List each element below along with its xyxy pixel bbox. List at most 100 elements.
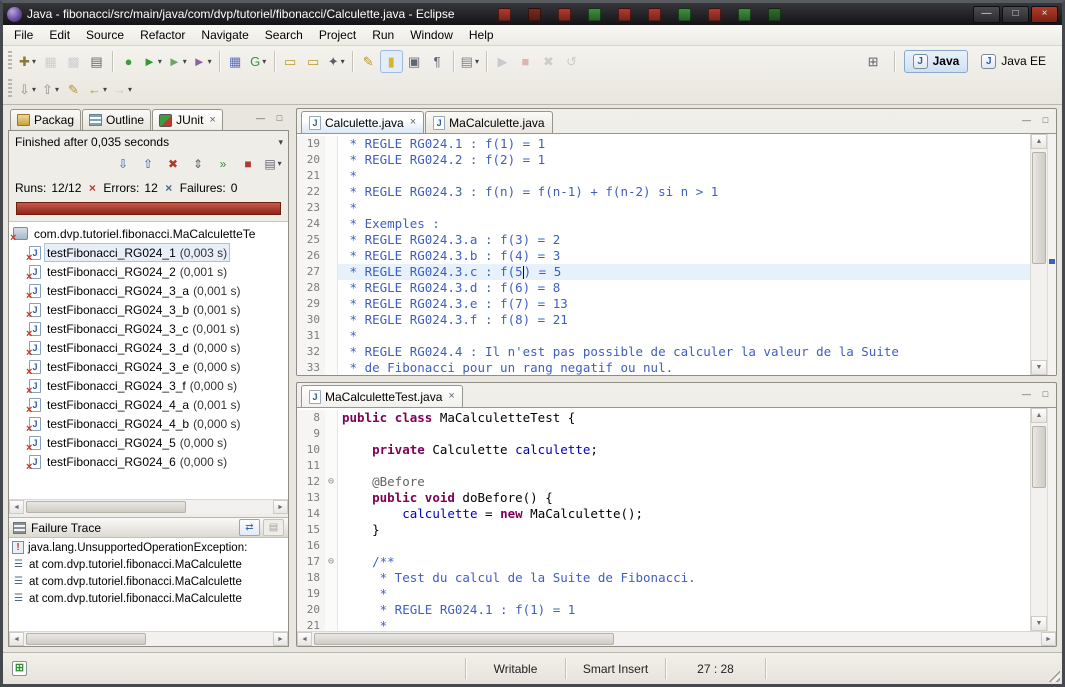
minimize-view-icon[interactable]: — — [253, 112, 268, 125]
editor-horizontal-scrollbar[interactable]: ◄ ► — [297, 631, 1056, 646]
remove-terminated-button[interactable]: ✖ — [537, 50, 560, 73]
code-line[interactable]: 32 * REGLE RG024.4 : Il n'est pas possib… — [297, 344, 1030, 360]
back-history-button[interactable]: ←▾ — [85, 78, 110, 101]
open-perspective-button[interactable]: ⊞ — [862, 50, 885, 73]
titlebar-indicator-3[interactable] — [558, 8, 571, 21]
code-line[interactable]: 30 * REGLE RG024.3.f : f(8) = 21 — [297, 312, 1030, 328]
menu-navigate[interactable]: Navigate — [193, 26, 256, 44]
code-line[interactable]: 20 * REGLE RG024.2 : f(2) = 1 — [297, 152, 1030, 168]
code-line[interactable]: 27 * REGLE RG024.3.c : f(5) = 5 — [297, 264, 1030, 280]
trace-line[interactable]: ☰at com.dvp.tutoriel.fibonacci.MaCalcule… — [9, 590, 288, 607]
java-element-button[interactable]: ▤▾ — [458, 50, 482, 73]
titlebar-indicator-1[interactable] — [498, 8, 511, 21]
code-line[interactable]: 23 * — [297, 200, 1030, 216]
menu-search[interactable]: Search — [257, 26, 311, 44]
rerun-tests-button[interactable]: » — [212, 153, 234, 174]
titlebar-indicator-8[interactable] — [708, 8, 721, 21]
scroll-down-icon[interactable]: ▼ — [1031, 360, 1047, 375]
show-whitespace-button[interactable]: ¶ — [426, 50, 449, 73]
junit-test-item[interactable]: JtestFibonacci_RG024_4_b(0,000 s) — [9, 414, 288, 433]
new-java-project-button[interactable]: ▦ — [224, 50, 247, 73]
editor-vertical-scrollbar[interactable]: ▲ ▼ — [1030, 408, 1047, 631]
compare-result-button[interactable]: ⇄ — [239, 519, 260, 536]
show-failures-only-button[interactable]: ✖ — [162, 153, 184, 174]
junit-test-item[interactable]: JtestFibonacci_RG024_1(0,003 s) — [9, 243, 288, 262]
titlebar-indicator-2[interactable] — [528, 8, 541, 21]
trace-line[interactable]: ☰at com.dvp.tutoriel.fibonacci.MaCalcule… — [9, 573, 288, 590]
menu-file[interactable]: File — [6, 26, 41, 44]
code-line[interactable]: 26 * REGLE RG024.3.b : f(4) = 3 — [297, 248, 1030, 264]
scroll-down-icon[interactable]: ▼ — [1031, 616, 1047, 631]
cursor-position-marker[interactable] — [1049, 259, 1055, 264]
code-area[interactable]: 8public class MaCalculetteTest {910 priv… — [297, 408, 1030, 631]
junit-test-item[interactable]: JtestFibonacci_RG024_6(0,000 s) — [9, 452, 288, 471]
junit-test-item[interactable]: JtestFibonacci_RG024_3_f(0,000 s) — [9, 376, 288, 395]
code-line[interactable]: 21 * — [297, 618, 1030, 631]
perspective-java-button[interactable]: JJava — [904, 50, 969, 73]
title-bar[interactable]: Java - fibonacci/src/main/java/com/dvp/t… — [3, 3, 1062, 25]
junit-test-item[interactable]: JtestFibonacci_RG024_3_e(0,000 s) — [9, 357, 288, 376]
resume-button[interactable]: ▶ — [491, 50, 514, 73]
junit-test-item[interactable]: JtestFibonacci_RG024_3_c(0,001 s) — [9, 319, 288, 338]
trace-horizontal-scrollbar[interactable]: ◄ ► — [9, 631, 288, 646]
editor-tab[interactable]: JMaCalculette.java — [425, 111, 552, 133]
editor-tab[interactable]: JMaCalculetteTest.java× — [301, 385, 463, 407]
scroll-right-icon[interactable]: ► — [273, 632, 288, 646]
mark-occurrences-button[interactable]: ▮ — [380, 50, 403, 73]
test-run-history-button[interactable]: ▤▾ — [262, 153, 284, 174]
code-line[interactable]: 25 * REGLE RG024.3.a : f(3) = 2 — [297, 232, 1030, 248]
scrollbar-thumb[interactable] — [314, 633, 614, 645]
view-tab-package-explorer[interactable]: Packag — [10, 109, 81, 130]
last-edit-location-button[interactable]: ✎ — [357, 50, 380, 73]
close-icon[interactable]: × — [448, 391, 454, 402]
editor-vertical-scrollbar[interactable]: ▲ ▼ — [1030, 134, 1047, 375]
view-menu-icon[interactable]: ▾ — [278, 137, 283, 148]
maximize-view-icon[interactable]: □ — [272, 112, 287, 125]
debug-button[interactable]: ● — [117, 50, 140, 73]
toolbar-grip[interactable] — [8, 51, 12, 71]
titlebar-indicator-4[interactable] — [588, 8, 601, 21]
view-tab-junit[interactable]: JUnit× — [152, 109, 223, 130]
restart-button[interactable]: ↺ — [560, 50, 583, 73]
code-line[interactable]: 9 — [297, 426, 1030, 442]
code-line[interactable]: 21 * — [297, 168, 1030, 184]
show-selected-element-button[interactable]: ▣ — [403, 50, 426, 73]
code-line[interactable]: 13 public void doBefore() { — [297, 490, 1030, 506]
titlebar-indicator-6[interactable] — [648, 8, 661, 21]
menu-run[interactable]: Run — [364, 26, 402, 44]
junit-test-item[interactable]: JtestFibonacci_RG024_3_b(0,001 s) — [9, 300, 288, 319]
code-line[interactable]: 16 — [297, 538, 1030, 554]
search-button[interactable]: ✦▾ — [325, 50, 348, 73]
forward-history-button[interactable]: →▾ — [110, 78, 135, 101]
code-line[interactable]: 19 * — [297, 586, 1030, 602]
close-icon[interactable]: × — [209, 115, 215, 126]
tree-horizontal-scrollbar[interactable]: ◄ ► — [9, 499, 288, 514]
menu-window[interactable]: Window — [402, 26, 461, 44]
titlebar-indicator-9[interactable] — [738, 8, 751, 21]
previous-annotation-button[interactable]: ⇧▾ — [39, 78, 62, 101]
print-button[interactable]: ▤ — [85, 50, 108, 73]
menu-edit[interactable]: Edit — [41, 26, 78, 44]
scrollbar-thumb[interactable] — [1032, 152, 1046, 264]
menu-project[interactable]: Project — [311, 26, 364, 44]
toolbar-grip[interactable] — [8, 79, 12, 99]
resize-grip[interactable] — [1047, 669, 1060, 682]
menu-refactor[interactable]: Refactor — [132, 26, 193, 44]
code-line[interactable]: 19 * REGLE RG024.1 : f(1) = 1 — [297, 136, 1030, 152]
junit-suite-item[interactable]: com.dvp.tutoriel.fibonacci.MaCalculetteT… — [9, 224, 288, 243]
open-element-button[interactable]: ▭ — [279, 50, 302, 73]
code-line[interactable]: 31 * — [297, 328, 1030, 344]
terminate-button[interactable]: ■ — [514, 50, 537, 73]
junit-test-item[interactable]: JtestFibonacci_RG024_5(0,000 s) — [9, 433, 288, 452]
new-java-class-button[interactable]: G▾ — [247, 50, 270, 73]
minimize-editor-icon[interactable]: — — [1019, 388, 1034, 401]
titlebar-indicator-7[interactable] — [678, 8, 691, 21]
minimize-button[interactable]: — — [973, 6, 1000, 23]
perspective-java-ee-button[interactable]: JJava EE — [972, 50, 1055, 73]
maximize-button[interactable]: □ — [1002, 6, 1029, 23]
run-last-launched-button[interactable]: ►▾ — [165, 50, 190, 73]
next-failed-test-button[interactable]: ⇩ — [112, 153, 134, 174]
titlebar-indicator-10[interactable] — [768, 8, 781, 21]
new-wizard-button[interactable]: ✚▾ — [16, 50, 39, 73]
editor-tab[interactable]: JCalculette.java× — [301, 111, 424, 133]
